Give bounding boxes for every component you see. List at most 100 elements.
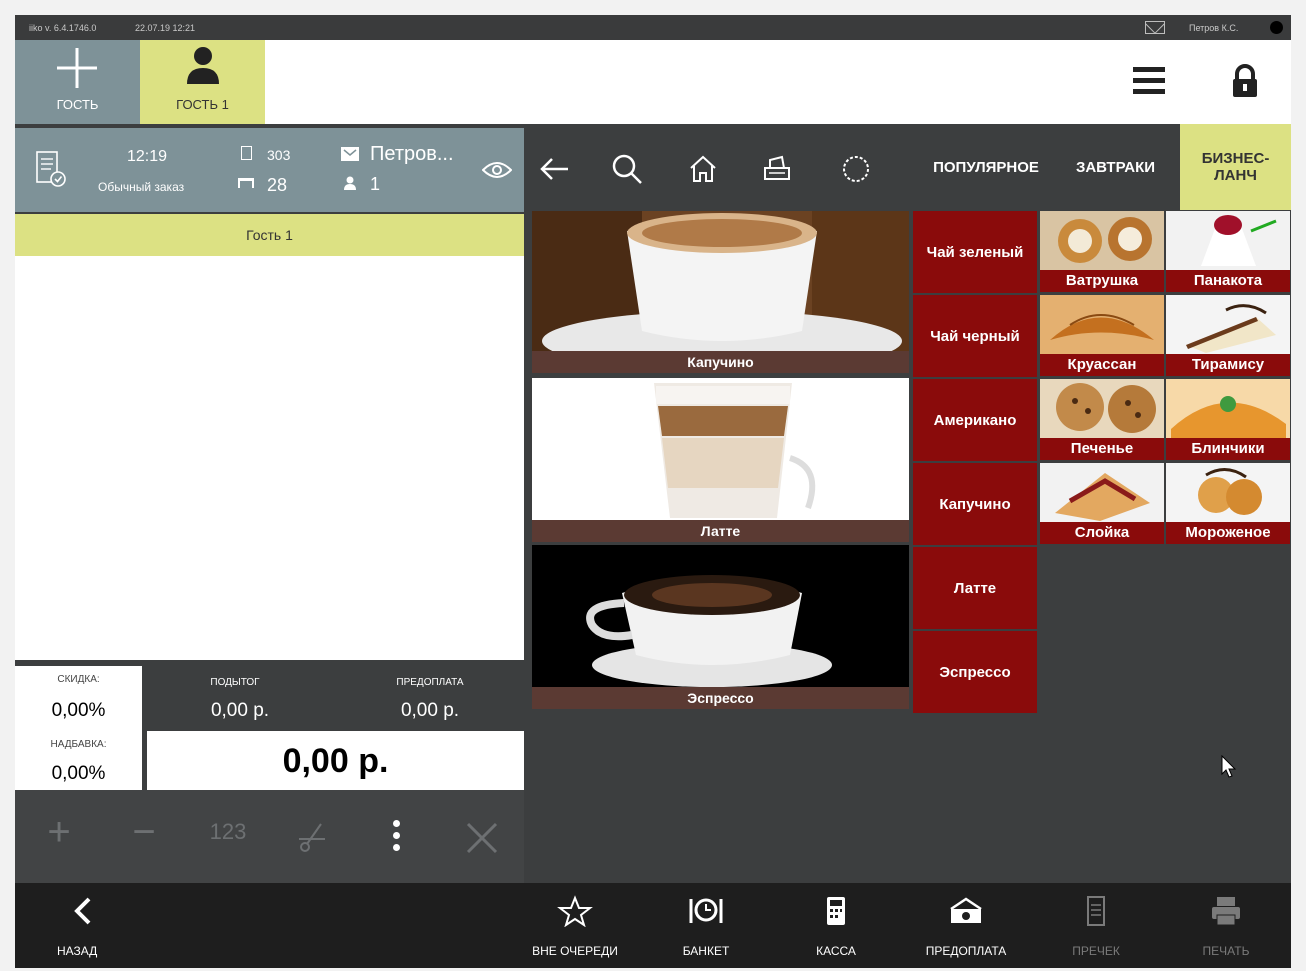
guest-row[interactable]: Гость 1 [15, 214, 524, 256]
pancakes-image [1166, 379, 1290, 439]
product-cappuccino[interactable]: Капучино [532, 211, 909, 373]
drink-black-tea[interactable]: Чай черный [913, 295, 1037, 377]
order-time: 12:19 [127, 148, 168, 165]
back-arrow-icon[interactable] [538, 152, 572, 186]
dessert-pancakes[interactable]: Блинчики [1166, 379, 1290, 460]
table-icon [238, 178, 254, 188]
product-latte[interactable]: Латте [532, 378, 909, 542]
eye-icon[interactable] [482, 160, 512, 180]
panna-cotta-image [1166, 211, 1290, 271]
order-items-list[interactable] [15, 256, 524, 660]
dessert-croissant[interactable]: Круассан [1040, 295, 1164, 376]
numpad-button[interactable]: 123 [203, 810, 253, 854]
product-caption: Эспрессо [532, 687, 909, 709]
calculator-icon [827, 897, 845, 925]
guest-header: ГОСТЬ ГОСТЬ 1 [15, 40, 1291, 124]
cash-register-label: КАССА [816, 944, 856, 958]
puff-image [1040, 463, 1164, 523]
circle-icon[interactable] [839, 152, 873, 186]
drink-espresso[interactable]: Эспрессо [913, 631, 1037, 713]
star-icon [557, 895, 593, 927]
dessert-ice-cream[interactable]: Мороженое [1166, 463, 1290, 544]
order-number: 303 [267, 147, 291, 163]
plus-button[interactable]: + [34, 810, 84, 854]
tiramisu-image [1166, 295, 1290, 355]
order-tools: + − 123 [15, 790, 524, 883]
scissors-icon[interactable] [297, 820, 327, 854]
status-indicator [1270, 21, 1283, 34]
prepayment-label: ПРЕДОПЛАТА [925, 944, 1007, 958]
money-icon [950, 897, 982, 923]
lock-icon[interactable] [1230, 64, 1260, 98]
totals-panel: СКИДКА: 0,00% НАДБАВКА: 0,00% ПОДЫТОГ 0,… [15, 660, 524, 790]
espresso-image [532, 545, 909, 687]
guest-tab-1[interactable]: ГОСТЬ 1 [140, 40, 265, 124]
surcharge-label: НАДБАВКА: [50, 739, 107, 750]
order-info-panel: 12:19 Обычный заказ 303 28 Петров... 1 [15, 128, 524, 212]
status-bar: iiko v. 6.4.1746.0 22.07.19 12:21 Петров… [15, 15, 1291, 40]
ice-cream-image [1166, 463, 1290, 523]
waiter-icon [341, 147, 359, 161]
back-button[interactable]: НАЗАД [37, 883, 127, 968]
more-icon[interactable] [393, 820, 401, 851]
banquet-button[interactable]: БАНКЕТ [651, 883, 761, 968]
add-guest-button[interactable]: ГОСТЬ [15, 40, 140, 124]
dessert-tiramisu[interactable]: Тирамису [1166, 295, 1290, 376]
plus-icon [57, 48, 97, 88]
close-icon[interactable] [466, 822, 498, 854]
mail-icon[interactable] [1145, 21, 1165, 34]
drink-americano[interactable]: Американо [913, 379, 1037, 461]
category-popular[interactable]: ПОПУЛЯРНОЕ [921, 124, 1051, 210]
croissant-image [1040, 295, 1164, 355]
dessert-caption: Печенье [1040, 438, 1164, 460]
subtotal-label: ПОДЫТОГ [210, 677, 260, 688]
cash-register-button[interactable]: КАССА [781, 883, 891, 968]
precheck-label: ПРЕЧЕК [1072, 944, 1120, 958]
subtotal-value: 0,00 р. [210, 700, 270, 721]
doc-icon [241, 146, 252, 160]
product-espresso[interactable]: Эспрессо [532, 545, 909, 709]
order-type: Обычный заказ [98, 180, 185, 194]
search-icon[interactable] [610, 152, 644, 186]
category-breakfast[interactable]: ЗАВТРАКИ [1053, 124, 1178, 210]
dessert-panna-cotta[interactable]: Панакота [1166, 211, 1290, 292]
chevron-left-icon [74, 897, 91, 925]
dessert-caption: Блинчики [1166, 438, 1290, 460]
dessert-cookies[interactable]: Печенье [1040, 379, 1164, 460]
cappuccino-image [532, 211, 909, 351]
status-datetime: 22.07.19 12:21 [135, 23, 196, 33]
print-button[interactable]: ПЕЧАТЬ [1171, 883, 1281, 968]
vatrushka-image [1040, 211, 1164, 271]
drink-green-tea[interactable]: Чай зеленый [913, 211, 1037, 293]
out-of-queue-label: ВНЕ ОЧЕРЕДИ [532, 944, 618, 958]
banquet-label: БАНКЕТ [682, 944, 730, 958]
drink-latte[interactable]: Латте [913, 547, 1037, 629]
receipt-icon[interactable] [35, 150, 67, 188]
menu-icon[interactable] [1133, 67, 1165, 95]
total-box: 0,00 р. [147, 731, 524, 790]
category-business-lunch[interactable]: БИЗНЕС-ЛАНЧ [1180, 124, 1291, 210]
guests-count: 1 [370, 174, 381, 194]
dessert-vatrushka[interactable]: Ватрушка [1040, 211, 1164, 292]
person-icon [187, 47, 219, 84]
discount-value: 0,00% [51, 700, 106, 721]
precheck-button[interactable]: ПРЕЧЕК [1041, 883, 1151, 968]
cookies-image [1040, 379, 1164, 439]
guests-icon [344, 176, 356, 190]
drink-cappuccino[interactable]: Капучино [913, 463, 1037, 545]
dessert-puff[interactable]: Слойка [1040, 463, 1164, 544]
waiter-name: Петров... [370, 143, 454, 165]
out-of-queue-button[interactable]: ВНЕ ОЧЕРЕДИ [520, 883, 630, 968]
menu-navigation: ПОПУЛЯРНОЕ ЗАВТРАКИ БИЗНЕС-ЛАНЧ [528, 124, 1291, 210]
home-icon[interactable] [686, 152, 720, 186]
print-label: ПЕЧАТЬ [1202, 944, 1250, 958]
bottom-toolbar: НАЗАД ВНЕ ОЧЕРЕДИ БАНКЕТ КАССА ПРЕДОПЛАТ… [15, 883, 1291, 968]
printer-icon[interactable] [760, 152, 794, 186]
back-label: НАЗАД [57, 944, 98, 958]
status-user: Петров К.С. [1189, 23, 1239, 33]
discount-label: СКИДКА: [57, 674, 100, 685]
discount-box[interactable]: СКИДКА: 0,00% НАДБАВКА: 0,00% [15, 666, 142, 790]
prepayment-button[interactable]: ПРЕДОПЛАТА [911, 883, 1021, 968]
total-value: 0,00 р. [282, 742, 389, 780]
minus-button[interactable]: − [119, 810, 169, 854]
